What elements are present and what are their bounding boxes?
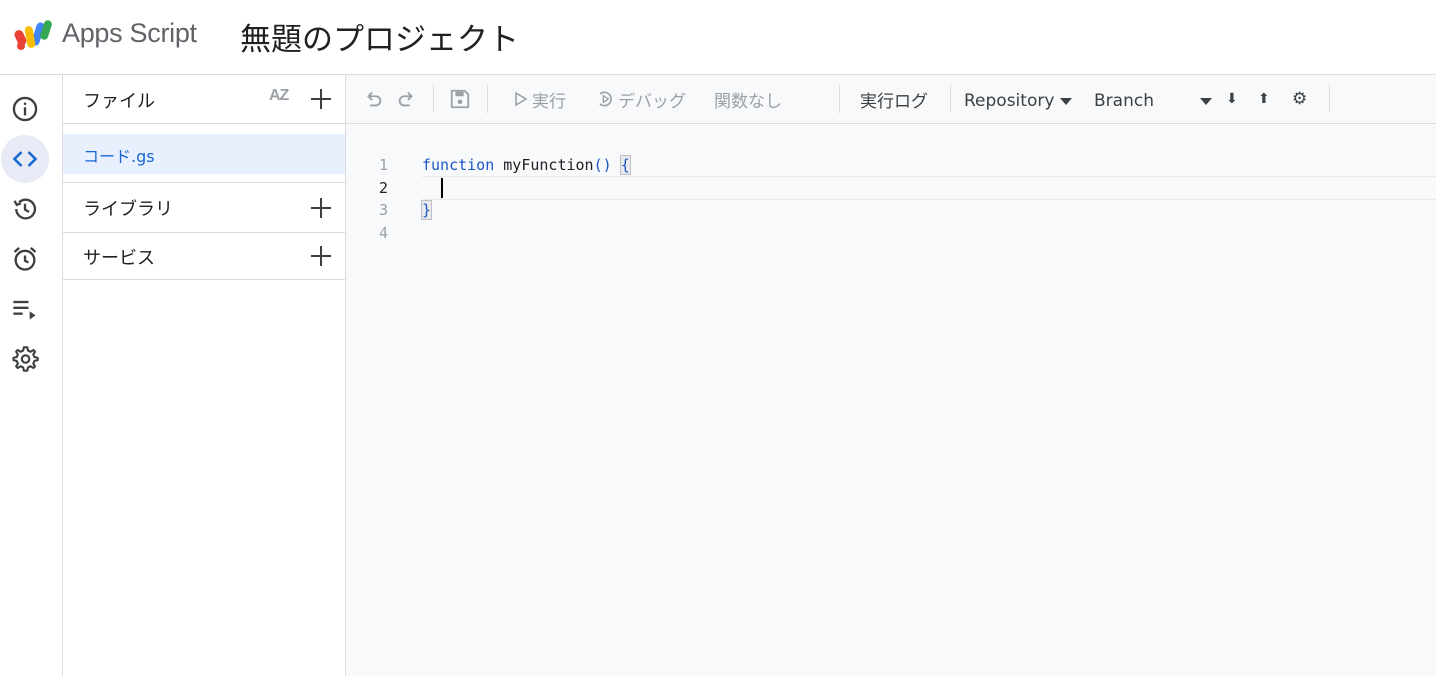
execution-log-button[interactable]: 実行ログ: [860, 75, 928, 123]
apps-script-logo[interactable]: [12, 16, 56, 50]
redo-button[interactable]: [396, 75, 418, 123]
editor-toolbar: 実行 デバッグ 関数なし 実行ログ Repository Branch ⬇ ⬆ …: [346, 75, 1436, 124]
function-selector-label: 関数なし: [714, 91, 782, 112]
services-label: サービス: [83, 248, 155, 269]
save-button[interactable]: [449, 75, 471, 123]
undo-button[interactable]: [362, 75, 384, 123]
line-number: 2: [378, 179, 388, 197]
services-row: サービス: [63, 232, 345, 280]
toolbar-divider: [839, 85, 840, 113]
dropdown-arrow-icon: [1199, 97, 1212, 105]
push-button[interactable]: ⬆: [1258, 75, 1270, 123]
pull-icon: ⬇: [1226, 91, 1238, 107]
toolbar-divider: [950, 85, 951, 113]
left-navigation-rail: [0, 75, 63, 676]
repository-dropdown[interactable]: Repository: [964, 77, 1073, 125]
rail-executions-button[interactable]: [1, 285, 49, 333]
playlist-icon: [13, 300, 36, 320]
code-icon: [12, 151, 38, 167]
rail-settings-button[interactable]: [1, 335, 49, 383]
libraries-label: ライブラリ: [83, 199, 173, 220]
rail-overview-button[interactable]: [1, 85, 49, 133]
function-selector[interactable]: 関数なし: [714, 75, 782, 123]
undo-icon: [367, 91, 382, 107]
add-service-icon[interactable]: [309, 244, 333, 268]
close-brace: }: [420, 200, 433, 220]
execution-log-label: 実行ログ: [860, 91, 928, 112]
text-cursor: [441, 178, 443, 198]
gear-icon: ⚙: [1292, 89, 1308, 109]
dropdown-arrow-icon: [1060, 97, 1073, 105]
alarm-icon: [13, 247, 37, 271]
code-line-1: function myFunction() {: [422, 155, 631, 175]
history-icon: [13, 198, 37, 220]
debug-button[interactable]: デバッグ: [595, 75, 686, 123]
toolbar-divider: [433, 85, 434, 113]
debug-icon: [599, 91, 612, 107]
play-icon: [515, 91, 528, 107]
save-icon: [450, 89, 470, 109]
project-title[interactable]: 無題のプロジェクト: [240, 14, 519, 59]
files-header: ファイル AZ: [63, 75, 345, 124]
pull-button[interactable]: ⬇: [1226, 75, 1238, 123]
push-icon: ⬆: [1258, 91, 1270, 107]
redo-icon: [398, 91, 413, 107]
app-name[interactable]: Apps Script: [62, 18, 197, 49]
info-icon: [12, 96, 38, 122]
line-number: 3: [378, 201, 388, 219]
parens: (): [593, 156, 612, 174]
libraries-row: ライブラリ: [63, 182, 345, 233]
files-label: ファイル: [83, 91, 155, 112]
toolbar-divider: [1329, 85, 1330, 113]
current-line-highlight: [422, 176, 1436, 200]
debug-label: デバッグ: [618, 91, 686, 112]
file-panel: ファイル AZ コード.gs ライブラリ サービス: [63, 75, 346, 676]
function-name: myFunction: [503, 156, 594, 174]
gear-icon: [12, 346, 39, 372]
line-number: 4: [378, 224, 388, 242]
repository-label: Repository: [964, 91, 1055, 111]
code-editor[interactable]: 1 2 3 4 function myFunction() { }: [346, 123, 1436, 676]
open-brace: {: [619, 155, 631, 175]
line-number: 1: [378, 156, 388, 174]
add-library-icon[interactable]: [309, 196, 333, 220]
branch-dropdown[interactable]: Branch: [1094, 77, 1212, 125]
rail-history-button[interactable]: [1, 185, 49, 233]
rail-editor-button[interactable]: [1, 135, 49, 183]
run-label: 実行: [532, 91, 566, 112]
branch-label: Branch: [1094, 91, 1154, 111]
sort-files-button[interactable]: AZ: [269, 87, 289, 105]
keyword-function: function: [422, 156, 495, 174]
editor-area: 実行 デバッグ 関数なし 実行ログ Repository Branch ⬇ ⬆ …: [346, 75, 1436, 676]
file-name: コード.gs: [83, 147, 155, 166]
app-header: Apps Script 無題のプロジェクト: [0, 0, 1436, 75]
add-file-icon[interactable]: [309, 87, 333, 111]
code-line-3: }: [420, 200, 433, 220]
rail-triggers-button[interactable]: [1, 235, 49, 283]
run-button[interactable]: 実行: [514, 75, 566, 123]
file-item-code-gs[interactable]: コード.gs: [63, 134, 345, 174]
toolbar-divider: [487, 85, 488, 113]
repo-settings-button[interactable]: ⚙: [1292, 75, 1307, 123]
